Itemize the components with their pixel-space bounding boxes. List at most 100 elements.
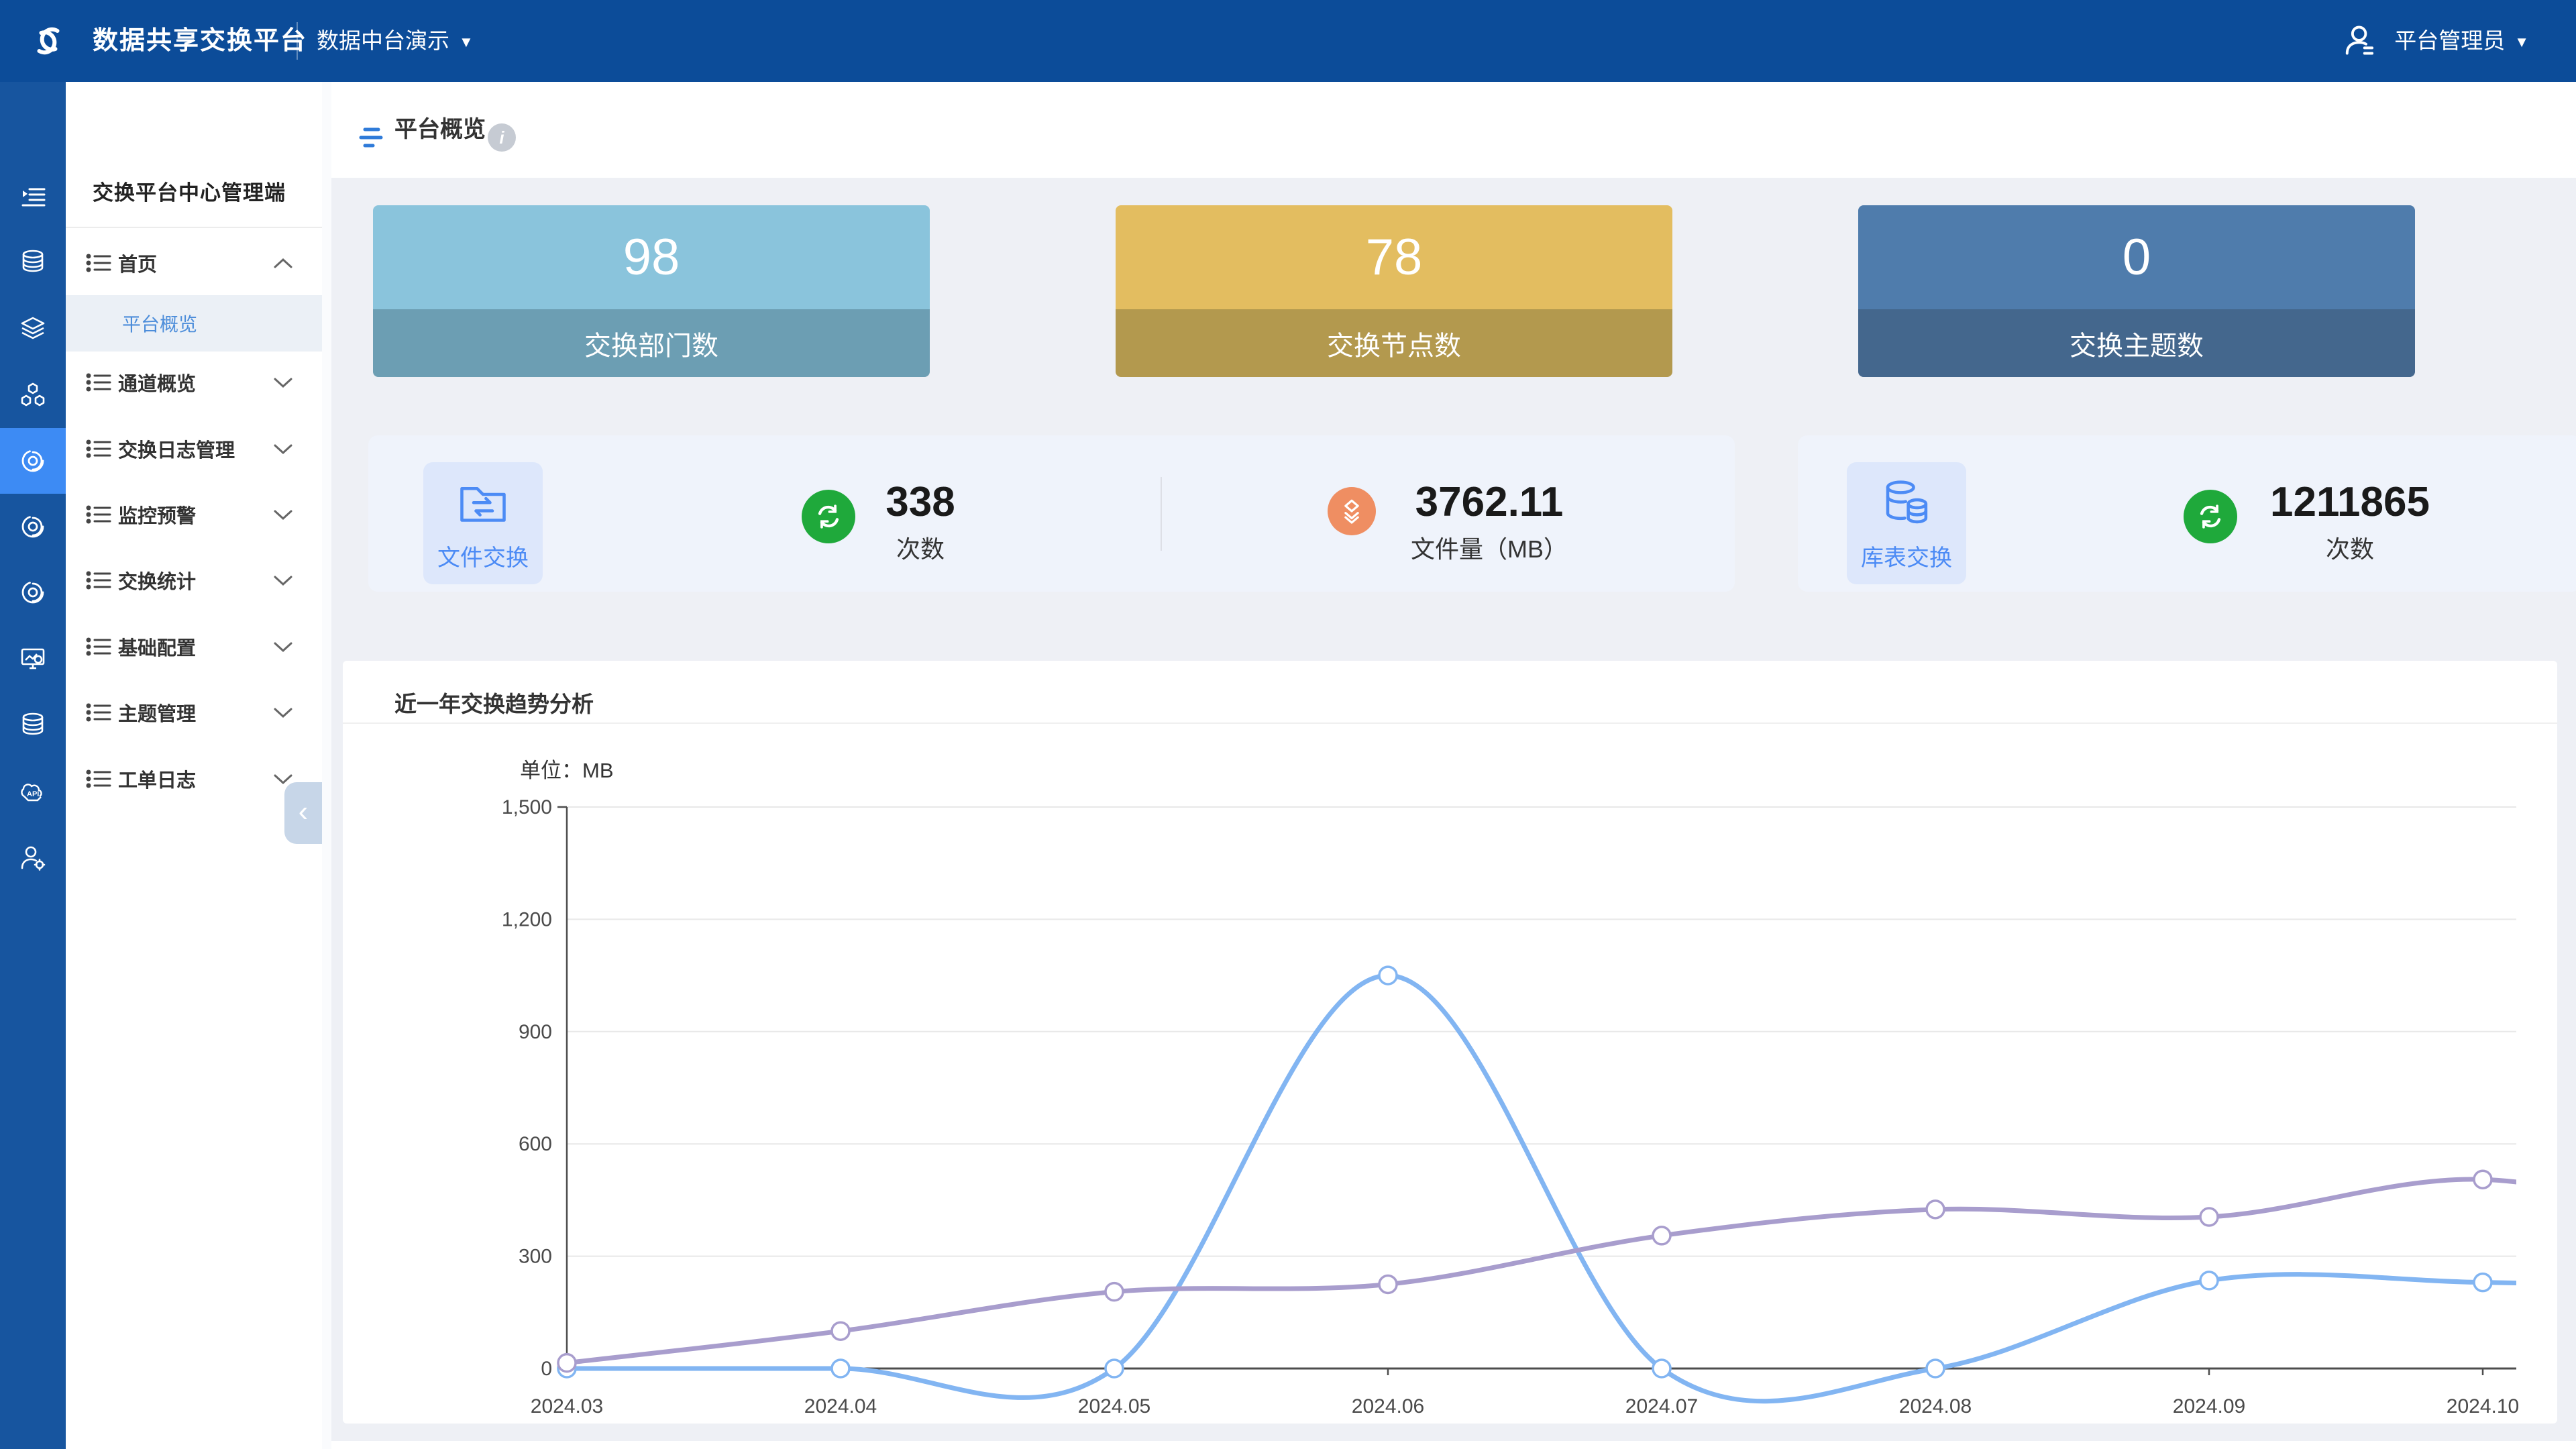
svg-text:2024.08: 2024.08 <box>1899 1395 1972 1417</box>
sidebar-item-exchange-log[interactable]: 交换日志管理 <box>66 417 322 481</box>
sidebar-item-monitor-warning[interactable]: 监控预警 <box>66 482 322 547</box>
sidebar-subitem-label: 平台概览 <box>122 310 197 337</box>
exchange-refresh-icon <box>2184 490 2237 543</box>
sidebar-collapse-handle[interactable]: ‹ <box>284 782 322 844</box>
list-bullet-icon <box>86 570 113 591</box>
file-exchange-tile[interactable]: 文件交换 <box>423 462 543 584</box>
table-exchange-tile[interactable]: 库表交换 <box>1847 462 1966 584</box>
svg-text:API: API <box>27 790 39 798</box>
stat-value: 98 <box>373 205 930 309</box>
workspace-dropdown[interactable]: 数据中台演示 ▼ <box>317 0 474 82</box>
sidebar-panel-title: 交换平台中心管理端 <box>93 176 307 206</box>
database-table-icon <box>1878 476 1935 532</box>
svg-text:1,500: 1,500 <box>502 796 552 818</box>
list-bullet-icon <box>86 636 113 657</box>
stat-card-departments: 98 交换部门数 <box>373 205 930 377</box>
sidebar-item-label: 交换统计 <box>118 566 196 594</box>
data-volume-icon <box>1328 487 1376 535</box>
metric-label: 次数 <box>885 530 955 565</box>
next-card-edge <box>331 1441 2576 1449</box>
list-bullet-icon <box>86 438 113 460</box>
icon-rail: API <box>0 82 66 1449</box>
overview-lines-icon <box>358 124 385 151</box>
workspace-label: 数据中台演示 <box>317 28 449 53</box>
list-bullet-icon <box>86 252 113 274</box>
stat-label: 交换主题数 <box>1858 309 2415 377</box>
sidebar-item-channel-overview[interactable]: 通道概览 <box>66 350 322 415</box>
metric-volume: 3762.11 文件量（MB） <box>1411 479 1568 565</box>
svg-text:900: 900 <box>519 1021 552 1043</box>
stat-value: 0 <box>1858 205 2415 309</box>
stat-label: 交换部门数 <box>373 309 930 377</box>
chevron-up-icon <box>274 258 292 269</box>
stat-card-nodes: 78 交换节点数 <box>1116 205 1672 377</box>
user-menu[interactable]: 平台管理员 ▼ <box>2341 0 2529 82</box>
list-bullet-icon <box>86 702 113 723</box>
list-bullet-icon <box>86 504 113 525</box>
trend-chart-card: 近一年交换趋势分析 03006009001,2001,500单位：MB2024.… <box>343 661 2557 1424</box>
stat-label: 交换节点数 <box>1116 309 1672 377</box>
monitor-gear-icon[interactable] <box>0 625 66 691</box>
svg-text:300: 300 <box>519 1246 552 1268</box>
metric-value: 1211865 <box>2270 479 2430 526</box>
tile-label: 库表交换 <box>1847 539 1966 572</box>
sidebar-toggle-icon[interactable] <box>0 163 66 229</box>
chevron-down-icon <box>274 575 292 586</box>
sidebar-item-label: 首页 <box>118 249 157 277</box>
exchange-refresh-icon <box>802 490 855 543</box>
svg-text:2024.03: 2024.03 <box>531 1395 603 1417</box>
svg-text:2024.06: 2024.06 <box>1352 1395 1424 1417</box>
list-bullet-icon <box>86 768 113 790</box>
header-divider <box>297 22 298 60</box>
list-bullet-icon <box>86 372 113 393</box>
metric-label: 文件量（MB） <box>1411 530 1568 565</box>
svg-text:2024.07: 2024.07 <box>1625 1395 1698 1417</box>
table-exchange-panel: 库表交换 1211865 次数 <box>1798 435 2576 592</box>
metric-value: 3762.11 <box>1411 479 1568 526</box>
chevron-down-icon <box>274 641 292 653</box>
caret-down-icon: ▼ <box>459 34 474 50</box>
metric-label: 次数 <box>2270 530 2430 565</box>
sidebar-item-label: 交换日志管理 <box>118 435 235 463</box>
chevron-left-icon: ‹ <box>299 795 309 828</box>
hexagon-cluster-icon[interactable] <box>0 362 66 428</box>
svg-text:2024.10: 2024.10 <box>2447 1395 2519 1417</box>
api-icon[interactable]: API <box>0 759 66 824</box>
database-icon[interactable] <box>0 229 66 294</box>
layers-icon[interactable] <box>0 295 66 361</box>
caret-down-icon: ▼ <box>2514 34 2529 50</box>
sidebar-item-label: 基础配置 <box>118 633 196 661</box>
metric-value: 338 <box>885 479 955 526</box>
top-header: 数据共享交换平台 数据中台演示▼ 平台管理员▼ <box>0 0 2576 82</box>
sidebar-scroll-strip[interactable] <box>322 82 331 1449</box>
svg-text:600: 600 <box>519 1133 552 1155</box>
exchange-swirl-icon[interactable] <box>0 559 66 625</box>
database-icon[interactable] <box>0 692 66 757</box>
chevron-down-icon <box>274 377 292 388</box>
sidebar-item-label: 通道概览 <box>118 368 196 396</box>
exchange-swirl-icon[interactable] <box>0 494 66 559</box>
sidebar-item-workorder-log[interactable]: 工单日志 <box>66 747 322 811</box>
stat-card-topics: 0 交换主题数 <box>1858 205 2415 377</box>
svg-text:0: 0 <box>541 1358 552 1380</box>
svg-text:2024.09: 2024.09 <box>2173 1395 2245 1417</box>
sidebar-item-base-config[interactable]: 基础配置 <box>66 614 322 679</box>
metric-count: 338 次数 <box>885 479 955 565</box>
exchange-swirl-icon[interactable] <box>0 428 66 494</box>
sidebar-item-home[interactable]: 首页 <box>66 231 322 295</box>
user-gear-icon[interactable] <box>0 825 66 891</box>
user-icon <box>2341 23 2375 58</box>
sidebar-subitem-platform-overview[interactable]: 平台概览 <box>66 295 322 352</box>
sidebar-item-topic-management[interactable]: 主题管理 <box>66 680 322 745</box>
metric-count: 1211865 次数 <box>2270 479 2430 565</box>
user-name: 平台管理员 <box>2394 28 2505 53</box>
sidebar-panel: 交换平台中心管理端 首页 平台概览 通道概览 交换日志管理 监控预警 <box>66 82 322 1449</box>
sidebar-item-exchange-stats[interactable]: 交换统计 <box>66 548 322 612</box>
file-exchange-icon <box>455 476 511 532</box>
sidebar-item-label: 工单日志 <box>118 765 196 793</box>
svg-text:2024.04: 2024.04 <box>804 1395 877 1417</box>
svg-text:2024.05: 2024.05 <box>1078 1395 1150 1417</box>
logo-icon <box>24 17 72 65</box>
page-title: 平台概览 <box>394 82 486 178</box>
info-icon[interactable]: i <box>488 123 516 152</box>
